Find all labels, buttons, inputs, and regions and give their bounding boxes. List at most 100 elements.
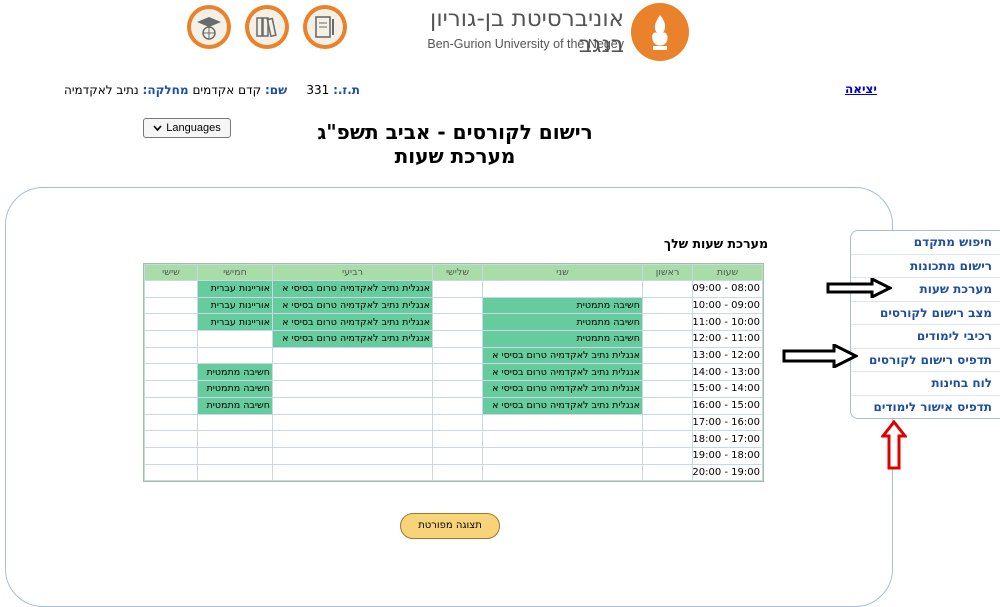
table-row: 14:00 - 15:00 אנגלית נתיב לאקדמיה טרום בס…	[144, 380, 763, 398]
table-row: 08:00 - 09:00 אנגלית נתיב לאקדמיה טרום בס…	[144, 280, 763, 298]
empty-cell	[432, 346, 483, 365]
empty-cell	[144, 313, 198, 332]
page-title: רישום לקורסים - אביב תשפ"ג מערכת שעות	[290, 120, 620, 168]
course-cell: אנגלית נתיב לאקדמיה טרום בסיסי א	[482, 346, 643, 365]
table-row: 19:00 - 20:00	[144, 463, 763, 482]
course-cell	[272, 396, 433, 415]
menu-item-study-components[interactable]: רכיבי לימודים	[851, 325, 1000, 349]
empty-cell	[432, 313, 483, 332]
black-arrow-icon	[826, 278, 892, 298]
user-info: ת.ז.: 331 שם: קדם אקדמים מחלקה: נתיב לאק…	[10, 83, 360, 97]
course-cell	[197, 346, 273, 365]
course-cell: אנגלית נתיב לאקדמיה טרום בסיסי א	[482, 380, 643, 398]
time-cell: 15:00 - 16:00	[692, 396, 763, 415]
id-label: ת.ז.:	[333, 83, 360, 97]
detailed-view-button[interactable]: תצוגה מפורטת	[400, 513, 500, 539]
time-cell: 16:00 - 17:00	[692, 413, 763, 432]
table-row: 10:00 - 11:00 חשיבה מתמטית אנגלית נתיב לאק…	[144, 313, 763, 332]
empty-cell	[432, 280, 483, 298]
table-row: 11:00 - 12:00 חשיבה מתמטית אנגלית נתיב לאק…	[144, 330, 763, 348]
empty-cell	[642, 446, 693, 465]
table-row: 16:00 - 17:00	[144, 413, 763, 432]
table-header-row: שעות ראשון שני שלישי רביעי חמישי שישי	[144, 264, 763, 281]
empty-cell	[432, 330, 483, 348]
empty-cell	[432, 396, 483, 415]
empty-cell	[144, 396, 198, 415]
course-cell: אנגלית נתיב לאקדמיה טרום בסיסי א	[272, 313, 433, 332]
id-value: 331	[306, 83, 330, 97]
course-cell	[197, 446, 273, 465]
empty-cell	[432, 446, 483, 465]
time-cell: 19:00 - 20:00	[692, 463, 763, 482]
empty-cell	[642, 396, 693, 415]
course-cell	[272, 446, 433, 465]
empty-cell	[144, 430, 198, 448]
menu-item-study-certificate[interactable]: תדפיס אישור לימודים	[851, 396, 1000, 419]
empty-cell	[432, 463, 483, 482]
side-menu: חיפוש מתקדם רישום מתכונות מערכת שעות מצב…	[850, 230, 1000, 419]
empty-cell	[144, 346, 198, 365]
name-value: קדם אקדמים	[192, 83, 262, 97]
books-icon[interactable]	[245, 5, 289, 49]
course-cell: אוריינות עברית	[197, 296, 273, 315]
course-cell: חשיבה מתמטית	[482, 296, 643, 315]
course-cell: חשיבה מתמטית	[482, 313, 643, 332]
course-cell	[272, 346, 433, 365]
document-pen-icon[interactable]	[303, 5, 347, 49]
empty-cell	[642, 280, 693, 298]
menu-item-registration-printout[interactable]: תדפיס רישום לקורסים	[851, 349, 1000, 372]
course-cell	[272, 430, 433, 448]
empty-cell	[144, 446, 198, 465]
empty-cell	[642, 430, 693, 448]
time-cell: 08:00 - 09:00	[692, 280, 763, 298]
column-header: ראשון	[642, 264, 693, 281]
name-label: שם:	[265, 83, 288, 97]
time-cell: 14:00 - 15:00	[692, 380, 763, 398]
table-row: 18:00 - 19:00	[144, 446, 763, 465]
chevron-down-icon	[153, 124, 162, 131]
column-header: שישי	[144, 264, 198, 281]
languages-label: Languages	[166, 122, 221, 134]
logout-link[interactable]: יציאה	[845, 82, 877, 96]
menu-item-advanced-search[interactable]: חיפוש מתקדם	[851, 231, 1000, 255]
schedule-table: שעות ראשון שני שלישי רביעי חמישי שישי 08…	[143, 262, 764, 483]
empty-cell	[432, 413, 483, 432]
time-cell: 10:00 - 11:00	[692, 313, 763, 332]
empty-cell	[144, 463, 198, 482]
time-cell: 18:00 - 19:00	[692, 446, 763, 465]
menu-item-exam-schedule[interactable]: לוח בחינות	[851, 372, 1000, 396]
time-cell: 12:00 - 13:00	[692, 346, 763, 365]
empty-cell	[144, 380, 198, 398]
table-row: 09:00 - 10:00 חשיבה מתמטית אנגלית נתיב לאק…	[144, 296, 763, 315]
course-cell	[272, 363, 433, 382]
course-cell	[272, 413, 433, 432]
menu-item-plan-registration[interactable]: רישום מתכונות	[851, 255, 1000, 278]
page-title-line1: רישום לקורסים - אביב תשפ"ג	[317, 120, 593, 144]
course-cell	[197, 463, 273, 482]
empty-cell	[642, 330, 693, 348]
empty-cell	[642, 380, 693, 398]
university-logo	[631, 3, 689, 61]
column-header: שעות	[692, 264, 763, 281]
empty-cell	[144, 280, 198, 298]
table-row: 12:00 - 13:00 אנגלית נתיב לאקדמיה טרום בס…	[144, 346, 763, 365]
time-cell: 11:00 - 12:00	[692, 330, 763, 348]
black-arrow-icon	[782, 344, 858, 368]
course-cell	[482, 446, 643, 465]
empty-cell	[432, 296, 483, 315]
column-header: שלישי	[432, 264, 483, 281]
time-cell: 17:00 - 18:00	[692, 430, 763, 448]
course-cell: אנגלית נתיב לאקדמיה טרום בסיסי א	[272, 280, 433, 298]
column-header: רביעי	[272, 264, 433, 281]
graduation-globe-icon[interactable]	[187, 5, 231, 49]
course-cell	[197, 330, 273, 348]
schedule-title: מערכת שעות שלך	[663, 236, 768, 251]
menu-item-registration-status[interactable]: מצב רישום לקורסים	[851, 302, 1000, 325]
course-cell: אנגלית נתיב לאקדמיה טרום בסיסי א	[272, 330, 433, 348]
empty-cell	[432, 430, 483, 448]
languages-dropdown[interactable]: Languages	[143, 118, 231, 138]
column-header: חמישי	[197, 264, 273, 281]
empty-cell	[642, 463, 693, 482]
red-arrow-up-icon	[881, 420, 907, 470]
table-row: 15:00 - 16:00 אנגלית נתיב לאקדמיה טרום בס…	[144, 396, 763, 415]
